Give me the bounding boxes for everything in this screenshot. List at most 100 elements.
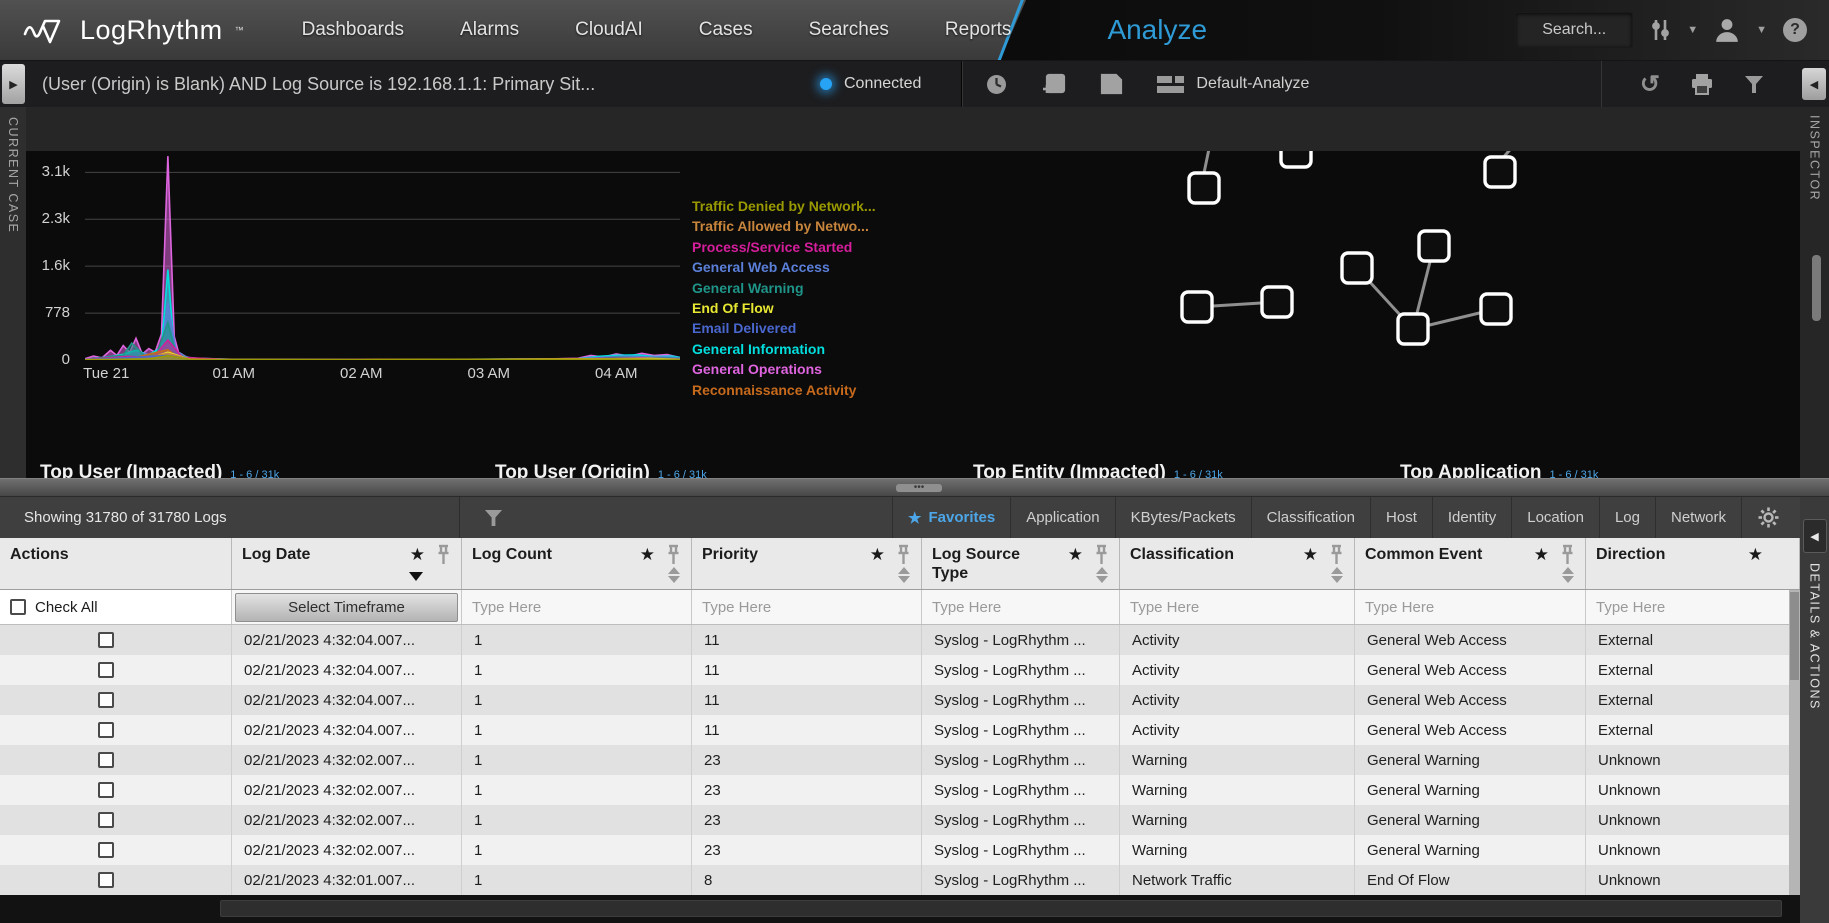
column-header-classification[interactable]: Classification★ [1120,538,1355,589]
column-pin-icon[interactable] [897,544,910,566]
trend-chart-plot[interactable] [85,155,680,360]
print-icon[interactable] [1690,73,1714,95]
cell-actions[interactable] [0,685,232,715]
grid-settings-gear-icon[interactable] [1741,497,1795,538]
graph-node[interactable] [1182,292,1212,322]
graph-node[interactable] [1419,231,1449,261]
column-header-common-event[interactable]: Common Event★ [1355,538,1586,589]
cell-actions[interactable] [0,835,232,865]
filter-cell-actions[interactable]: Check All [0,590,232,624]
filter-input-placeholder[interactable]: Type Here [462,599,541,616]
table-row[interactable]: 02/21/2023 4:32:01.007...18Syslog - LogR… [0,865,1800,895]
widget-title[interactable]: Top User (Impacted)1 - 6 / 31k [40,462,279,478]
column-sorted-desc-icon[interactable] [409,572,423,581]
nav-item-searches[interactable]: Searches [809,19,889,41]
row-checkbox[interactable] [98,692,114,708]
tab-host[interactable]: Host [1370,497,1432,538]
tab-network[interactable]: Network [1655,497,1741,538]
grid-vertical-scrollbar-thumb[interactable] [1790,592,1799,680]
splitter-drag-handle[interactable]: ••• [896,484,942,492]
legend-item[interactable]: Traffic Allowed by Netwo... [692,216,876,236]
details-panel-open-button[interactable]: ◀ [1803,519,1827,553]
filter-input-placeholder[interactable]: Type Here [1586,599,1665,616]
cell-actions[interactable] [0,865,232,895]
current-case-label[interactable]: CURRENT CASE [6,117,20,233]
column-favorite-star-icon[interactable]: ★ [1303,545,1318,565]
graph-node[interactable] [1398,314,1428,344]
preferences-caret-icon[interactable]: ▼ [1687,24,1698,36]
help-icon[interactable]: ? [1783,18,1807,42]
nav-item-reports[interactable]: Reports [945,19,1012,41]
grid-filter-funnel-icon[interactable] [460,509,527,527]
column-pin-icon[interactable] [437,544,450,566]
column-favorite-star-icon[interactable]: ★ [410,545,425,565]
series-line-General Operations[interactable] [85,156,680,359]
horizontal-splitter[interactable]: ••• [0,478,1829,497]
column-header-priority[interactable]: Priority★ [692,538,922,589]
row-checkbox[interactable] [98,812,114,828]
table-row[interactable]: 02/21/2023 4:32:02.007...123Syslog - Log… [0,835,1800,865]
column-favorite-star-icon[interactable]: ★ [1068,545,1083,565]
table-row[interactable]: 02/21/2023 4:32:04.007...111Syslog - Log… [0,625,1800,655]
tab-analyze[interactable]: Analyze [1107,14,1207,46]
grid-vertical-scrollbar[interactable] [1789,590,1800,895]
tab-application[interactable]: Application [1010,497,1114,538]
widget-title[interactable]: Top User (Origin)1 - 6 / 31k [495,462,707,478]
column-header-log-date[interactable]: Log Date★ [232,538,462,589]
time-range-clock-icon[interactable] [985,73,1008,96]
undo-icon[interactable]: ↺ [1640,70,1660,99]
filter-input-placeholder[interactable]: Type Here [1120,599,1199,616]
legend-item[interactable]: General Web Access [692,257,876,277]
table-row[interactable]: 02/21/2023 4:32:02.007...123Syslog - Log… [0,775,1800,805]
column-favorite-star-icon[interactable]: ★ [640,545,655,565]
column-header-log-count[interactable]: Log Count★ [462,538,692,589]
graph-node[interactable] [1189,173,1219,203]
table-row[interactable]: 02/21/2023 4:32:04.007...111Syslog - Log… [0,685,1800,715]
legend-item[interactable]: End Of Flow [692,298,876,318]
column-sort-arrows-icon[interactable] [1331,567,1343,583]
legend-item[interactable]: Reconnaissance Activity [692,380,876,400]
check-all-checkbox[interactable] [10,599,26,615]
table-row[interactable]: 02/21/2023 4:32:04.007...111Syslog - Log… [0,715,1800,745]
nav-item-dashboards[interactable]: Dashboards [302,19,404,41]
legend-item[interactable]: General Information [692,339,876,359]
row-checkbox[interactable] [98,842,114,858]
filter-funnel-icon[interactable] [1744,75,1764,94]
user-profile-icon[interactable] [1714,17,1740,43]
column-sort-arrows-icon[interactable] [668,567,680,583]
filter-cell-classification[interactable]: Type Here [1120,590,1355,624]
column-header-direction[interactable]: Direction★ [1586,538,1800,589]
cell-actions[interactable] [0,625,232,655]
filter-cell-log-count[interactable]: Type Here [462,590,692,624]
filter-cell-log-source-type[interactable]: Type Here [922,590,1120,624]
inspector-collapse-button[interactable]: ◀ [1802,68,1826,100]
filter-input-placeholder[interactable]: Type Here [692,599,771,616]
row-checkbox[interactable] [98,662,114,678]
widget-title[interactable]: Top Application1 - 6 / 31k [1400,462,1598,478]
filter-cell-direction[interactable]: Type Here [1586,590,1800,624]
legend-item[interactable]: General Operations [692,359,876,379]
current-case-expand-button[interactable]: ▶ [2,64,25,104]
nav-item-alarms[interactable]: Alarms [460,19,519,41]
graph-node[interactable] [1342,253,1372,283]
tab-location[interactable]: Location [1511,497,1599,538]
row-checkbox[interactable] [98,632,114,648]
horizontal-scrollbar[interactable] [0,895,1800,923]
preferences-sliders-icon[interactable] [1649,18,1671,42]
column-pin-icon[interactable] [1561,544,1574,566]
tab-log[interactable]: Log [1599,497,1655,538]
cell-actions[interactable] [0,745,232,775]
filter-cell-common-event[interactable]: Type Here [1355,590,1586,624]
graph-node[interactable] [1481,294,1511,324]
cell-actions[interactable] [0,655,232,685]
row-checkbox[interactable] [98,752,114,768]
legend-item[interactable]: Email Delivered [692,318,876,338]
legend-item[interactable]: Process/Service Started [692,237,876,257]
table-row[interactable]: 02/21/2023 4:32:02.007...123Syslog - Log… [0,805,1800,835]
legend-item[interactable]: Traffic Denied by Network... [692,196,876,216]
cell-actions[interactable] [0,715,232,745]
entity-node-graph[interactable] [1130,107,1800,478]
column-pin-icon[interactable] [1095,544,1108,566]
column-pin-icon[interactable] [1330,544,1343,566]
tab-favorites[interactable]: ★Favorites [892,497,1010,538]
